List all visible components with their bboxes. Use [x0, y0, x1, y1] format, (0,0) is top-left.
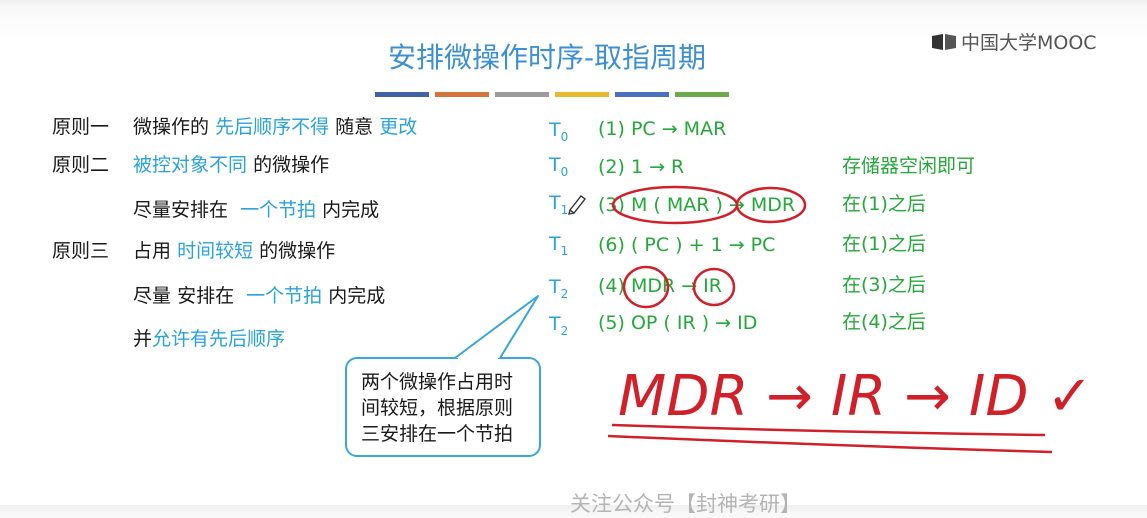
time-label: T1	[549, 192, 569, 217]
time-label: T2	[549, 313, 569, 338]
op-note: 存储器空闲即可	[842, 155, 976, 177]
callout-line-1: 两个微操作占用时	[361, 371, 514, 393]
micro-op: (1) PC → MAR	[598, 118, 727, 140]
principle-3-text: 占用 时间较短 的微操作	[133, 240, 336, 262]
principle-2-text-2: 尽量安排在 一个节拍 内完成	[133, 199, 380, 221]
principle-1-label: 原则一	[52, 116, 110, 138]
title-underline-stripes	[375, 92, 729, 97]
ink-underline-1	[611, 423, 1046, 437]
handwritten-flow: MDR → IR → ID ✓	[618, 364, 1093, 429]
callout-line-2: 间较短，根据原则	[361, 397, 514, 419]
op-note: 在(4)之后	[842, 311, 926, 333]
principle-1-text: 微操作的 先后顺序不得 随意 更改	[133, 116, 418, 138]
op-note: 在(1)之后	[842, 233, 926, 255]
principle-3-label: 原则三	[52, 240, 110, 262]
time-label: T2	[549, 276, 569, 301]
callout-pointer	[454, 295, 539, 359]
principle-2-text: 被控对象不同 的微操作	[133, 154, 330, 176]
micro-op: (2) 1 → R	[598, 156, 685, 178]
callout-bubble: 两个微操作占用时 间较短，根据原则 三安排在一个节拍	[345, 357, 541, 457]
slide-title: 安排微操作时序-取指周期	[387, 41, 707, 74]
callout-line-3: 三安排在一个节拍	[361, 423, 514, 445]
principle-3-text-2: 尽量 安排在 一个节拍 内完成	[133, 285, 386, 307]
ink-underline-2	[607, 434, 1053, 454]
micro-op: (6) ( PC ) + 1 → PC	[598, 234, 776, 256]
micro-op: (4) MDR → IR	[598, 275, 722, 297]
op-note: 在(3)之后	[842, 274, 926, 296]
op-note: 在(1)之后	[842, 193, 926, 215]
time-label: T0	[549, 154, 569, 179]
pen-cursor-icon	[568, 195, 586, 215]
micro-op: (3) M ( MAR ) → MDR	[598, 194, 796, 216]
time-label: T0	[549, 119, 569, 144]
micro-op: (5) OP ( IR ) → ID	[598, 312, 758, 334]
principle-2-label: 原则二	[52, 154, 110, 176]
footer-watermark: 关注公众号【封神考研】	[570, 492, 801, 516]
time-label: T1	[549, 233, 569, 258]
principle-3-text-3: 并允许有先后顺序	[133, 328, 286, 350]
